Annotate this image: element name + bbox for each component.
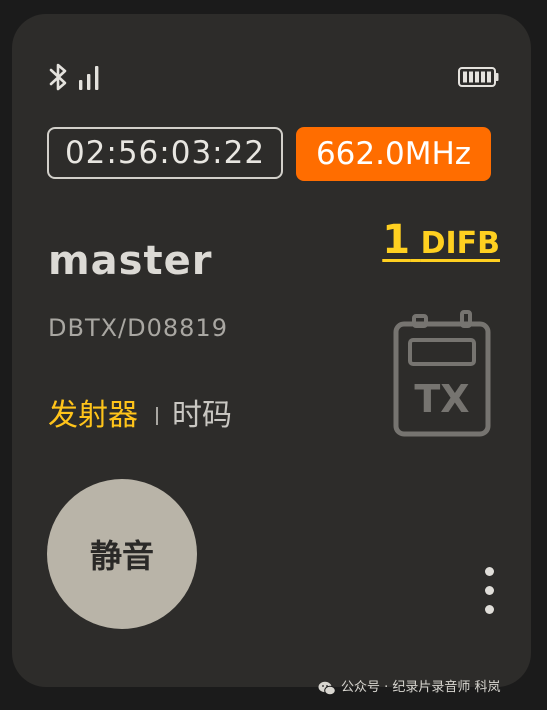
timecode-display: 02:56:03:22 (47, 127, 283, 179)
tab-divider (156, 407, 158, 425)
battery-full-icon (458, 67, 499, 87)
mode-tabs: 发射器 时码 (48, 394, 232, 438)
tab-transmitter[interactable]: 发射器 (48, 394, 138, 438)
transmitter-icon-label: TX (414, 377, 469, 421)
status-bar (48, 60, 500, 100)
channel-name: DIFB (420, 226, 500, 261)
more-vertical-icon[interactable] (478, 567, 500, 617)
transmitter-icon: TX (393, 310, 491, 437)
wechat-icon (318, 681, 336, 695)
bluetooth-icon (49, 63, 67, 91)
device-id: DBTX/D08819 (48, 314, 228, 342)
device-name: master (48, 238, 213, 284)
watermark: 公众号 · 纪录片录音师 科岚 (318, 677, 501, 699)
channel-label[interactable]: 1 DIFB (382, 220, 500, 264)
channel-number: 1 (382, 217, 411, 263)
frequency-badge[interactable]: 662.0MHz (296, 127, 491, 181)
device-card: 02:56:03:22 662.0MHz 1 DIFB master DBTX/… (12, 14, 531, 687)
tab-timecode[interactable]: 时码 (172, 394, 232, 438)
signal-bars-icon (79, 66, 99, 90)
watermark-text: 公众号 · 纪录片录音师 科岚 (341, 680, 501, 695)
mute-button[interactable]: 静音 (47, 479, 197, 629)
